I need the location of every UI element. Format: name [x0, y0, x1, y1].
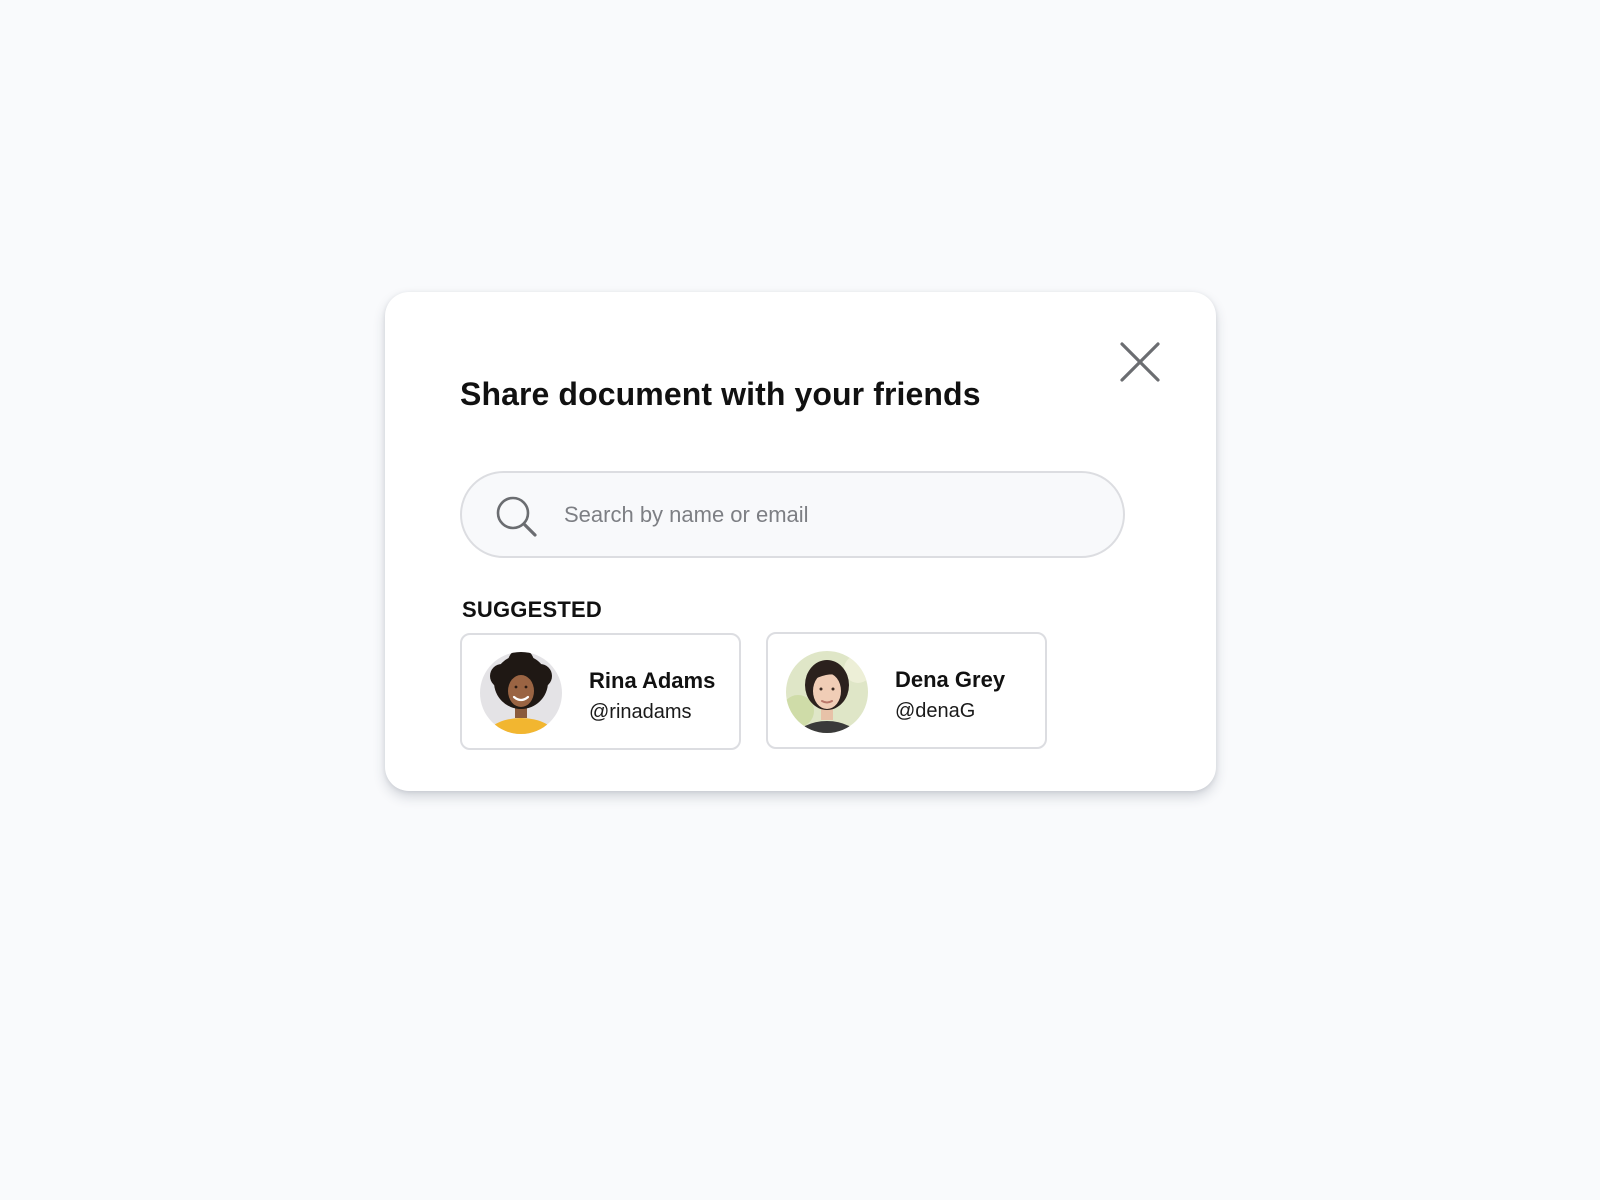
close-icon[interactable]	[1120, 342, 1160, 382]
page-background: Share document with your friends SUGGEST…	[0, 0, 1600, 1200]
dialog-title: Share document with your friends	[460, 376, 981, 412]
avatar	[786, 651, 868, 733]
search-icon	[495, 495, 539, 539]
share-dialog: Share document with your friends SUGGEST…	[385, 292, 1216, 791]
suggested-person-card[interactable]: Dena Grey @denaG	[766, 632, 1047, 749]
close-button[interactable]	[1120, 342, 1160, 382]
suggested-heading: SUGGESTED	[462, 597, 602, 622]
search-field[interactable]	[460, 471, 1125, 558]
person-name: Dena Grey	[895, 667, 1006, 692]
person-name: Rina Adams	[589, 668, 716, 693]
search-input[interactable]	[564, 493, 1094, 537]
person-handle: @rinadams	[589, 701, 692, 723]
person-handle: @denaG	[895, 700, 976, 722]
suggested-person-card[interactable]: Rina Adams @rinadams	[460, 633, 741, 750]
avatar	[480, 652, 562, 734]
